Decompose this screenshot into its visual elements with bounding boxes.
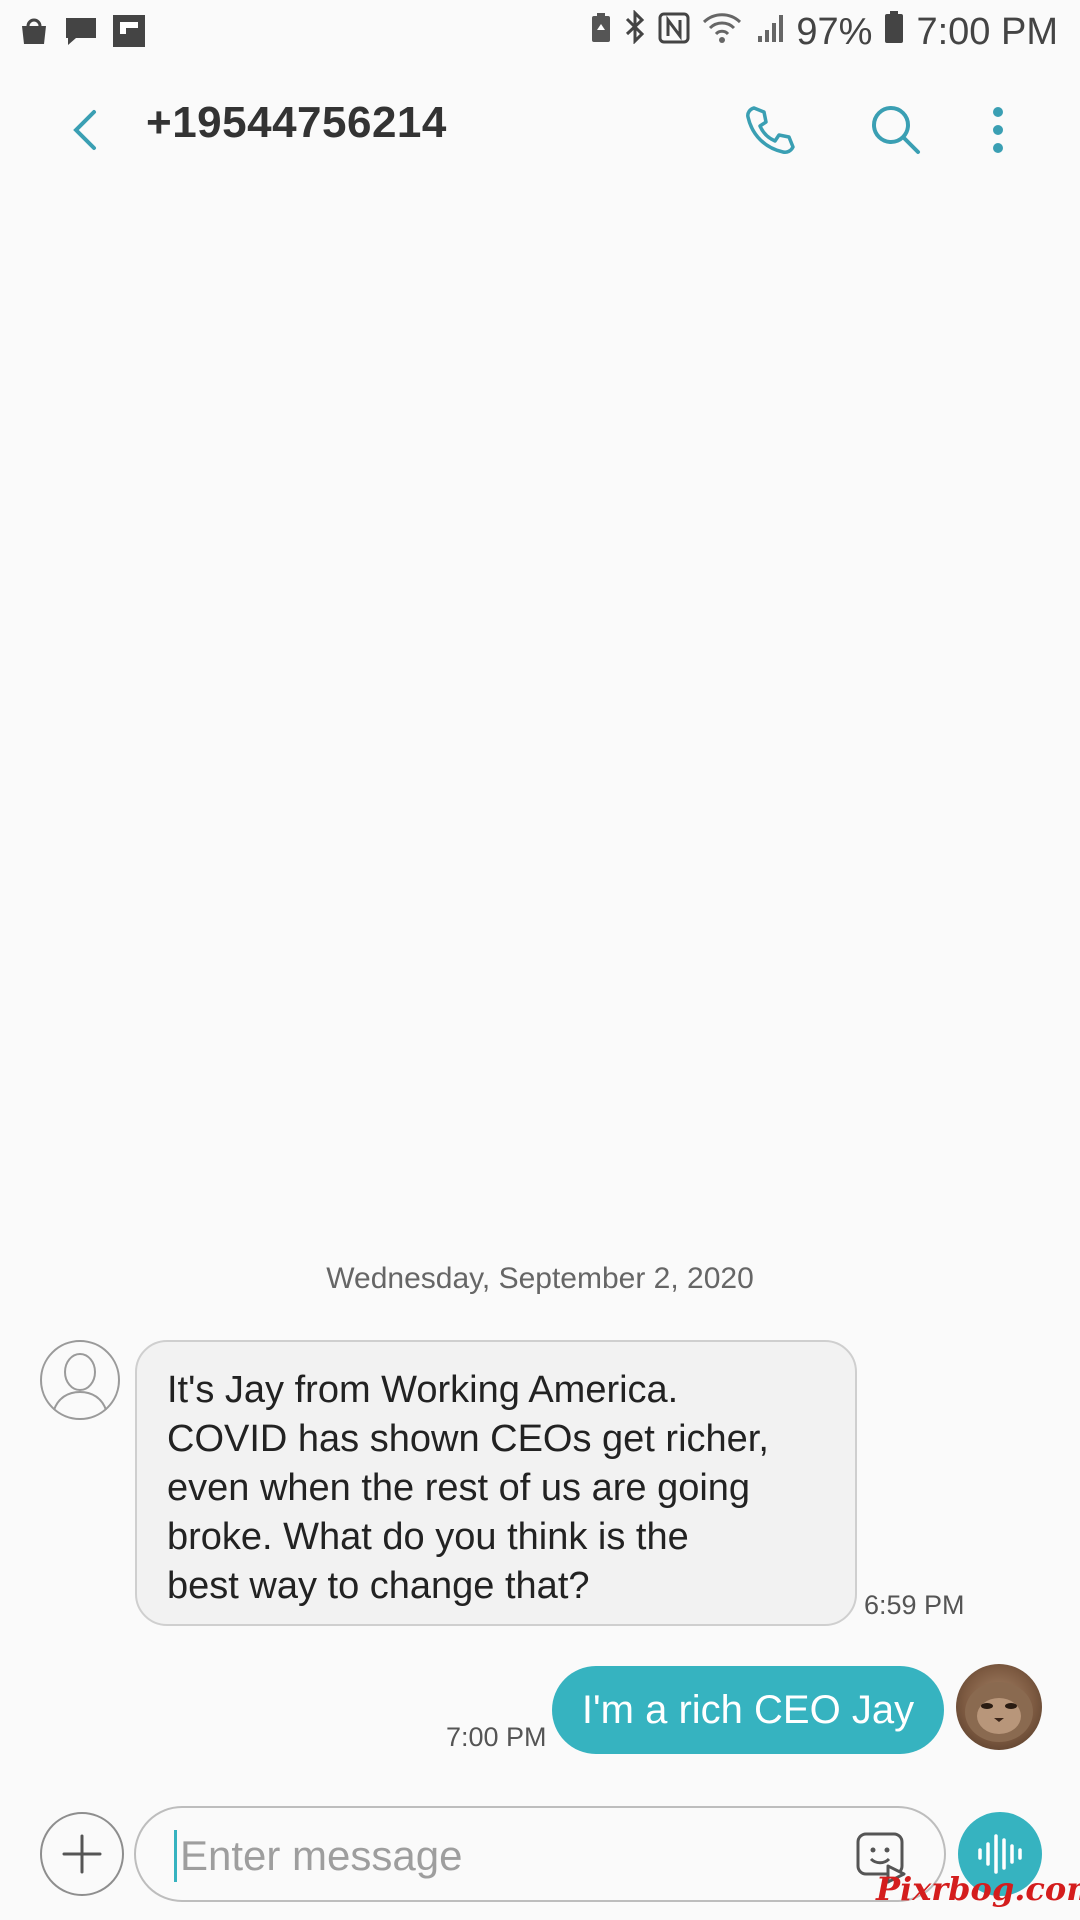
chat-bubble-icon bbox=[64, 15, 98, 52]
outgoing-message-bubble[interactable]: I'm a rich CEO Jay bbox=[552, 1666, 944, 1754]
contact-title: +19544756214 bbox=[146, 98, 447, 147]
search-icon bbox=[872, 106, 920, 154]
bluetooth-icon bbox=[624, 9, 646, 54]
message-input[interactable]: Enter message bbox=[134, 1806, 946, 1902]
chevron-left-icon bbox=[73, 110, 96, 150]
clock: 7:00 PM bbox=[916, 10, 1058, 53]
text-cursor bbox=[174, 1830, 177, 1882]
outgoing-timestamp: 7:00 PM bbox=[446, 1722, 547, 1752]
battery-icon bbox=[884, 10, 904, 54]
signal-icon bbox=[754, 11, 784, 54]
call-button[interactable] bbox=[740, 100, 800, 160]
plus-icon bbox=[62, 1834, 102, 1874]
conversation-header: +19544756214 bbox=[0, 70, 1080, 190]
contact-avatar[interactable] bbox=[40, 1340, 120, 1420]
message-line: broke. What do you think is the bbox=[167, 1516, 689, 1558]
status-bar: 97% 7:00 PM bbox=[0, 0, 1080, 66]
battery-percent: 97% bbox=[796, 10, 873, 53]
attach-button[interactable] bbox=[40, 1812, 124, 1896]
nfc-icon bbox=[658, 11, 690, 54]
person-icon bbox=[53, 1353, 107, 1411]
message-line: even when the rest of us are going bbox=[167, 1467, 751, 1509]
search-button[interactable] bbox=[866, 100, 926, 160]
watermark: Pixrbog.com bbox=[876, 1870, 1080, 1908]
message-text: I'm a rich CEO Jay bbox=[581, 1687, 915, 1732]
message-placeholder: Enter message bbox=[180, 1832, 463, 1879]
cat-photo-icon bbox=[965, 1682, 1033, 1742]
flipboard-icon bbox=[112, 14, 146, 53]
message-line: COVID has shown CEOs get richer, bbox=[167, 1418, 769, 1460]
date-divider: Wednesday, September 2, 2020 bbox=[326, 1262, 754, 1295]
message-line: It's Jay from Working America. bbox=[167, 1369, 679, 1411]
user-avatar[interactable] bbox=[956, 1664, 1042, 1750]
incoming-timestamp: 6:59 PM bbox=[864, 1590, 965, 1620]
wifi-icon bbox=[702, 11, 742, 54]
battery-saver-icon bbox=[590, 11, 612, 54]
more-options-button[interactable] bbox=[980, 100, 1040, 160]
message-line: best way to change that? bbox=[167, 1565, 590, 1607]
phone-icon bbox=[746, 106, 795, 154]
more-vert-icon bbox=[993, 107, 1003, 153]
back-button[interactable] bbox=[60, 100, 110, 160]
shopping-bag-icon bbox=[18, 15, 50, 52]
incoming-message-bubble[interactable]: It's Jay from Working America. COVID has… bbox=[135, 1340, 857, 1626]
